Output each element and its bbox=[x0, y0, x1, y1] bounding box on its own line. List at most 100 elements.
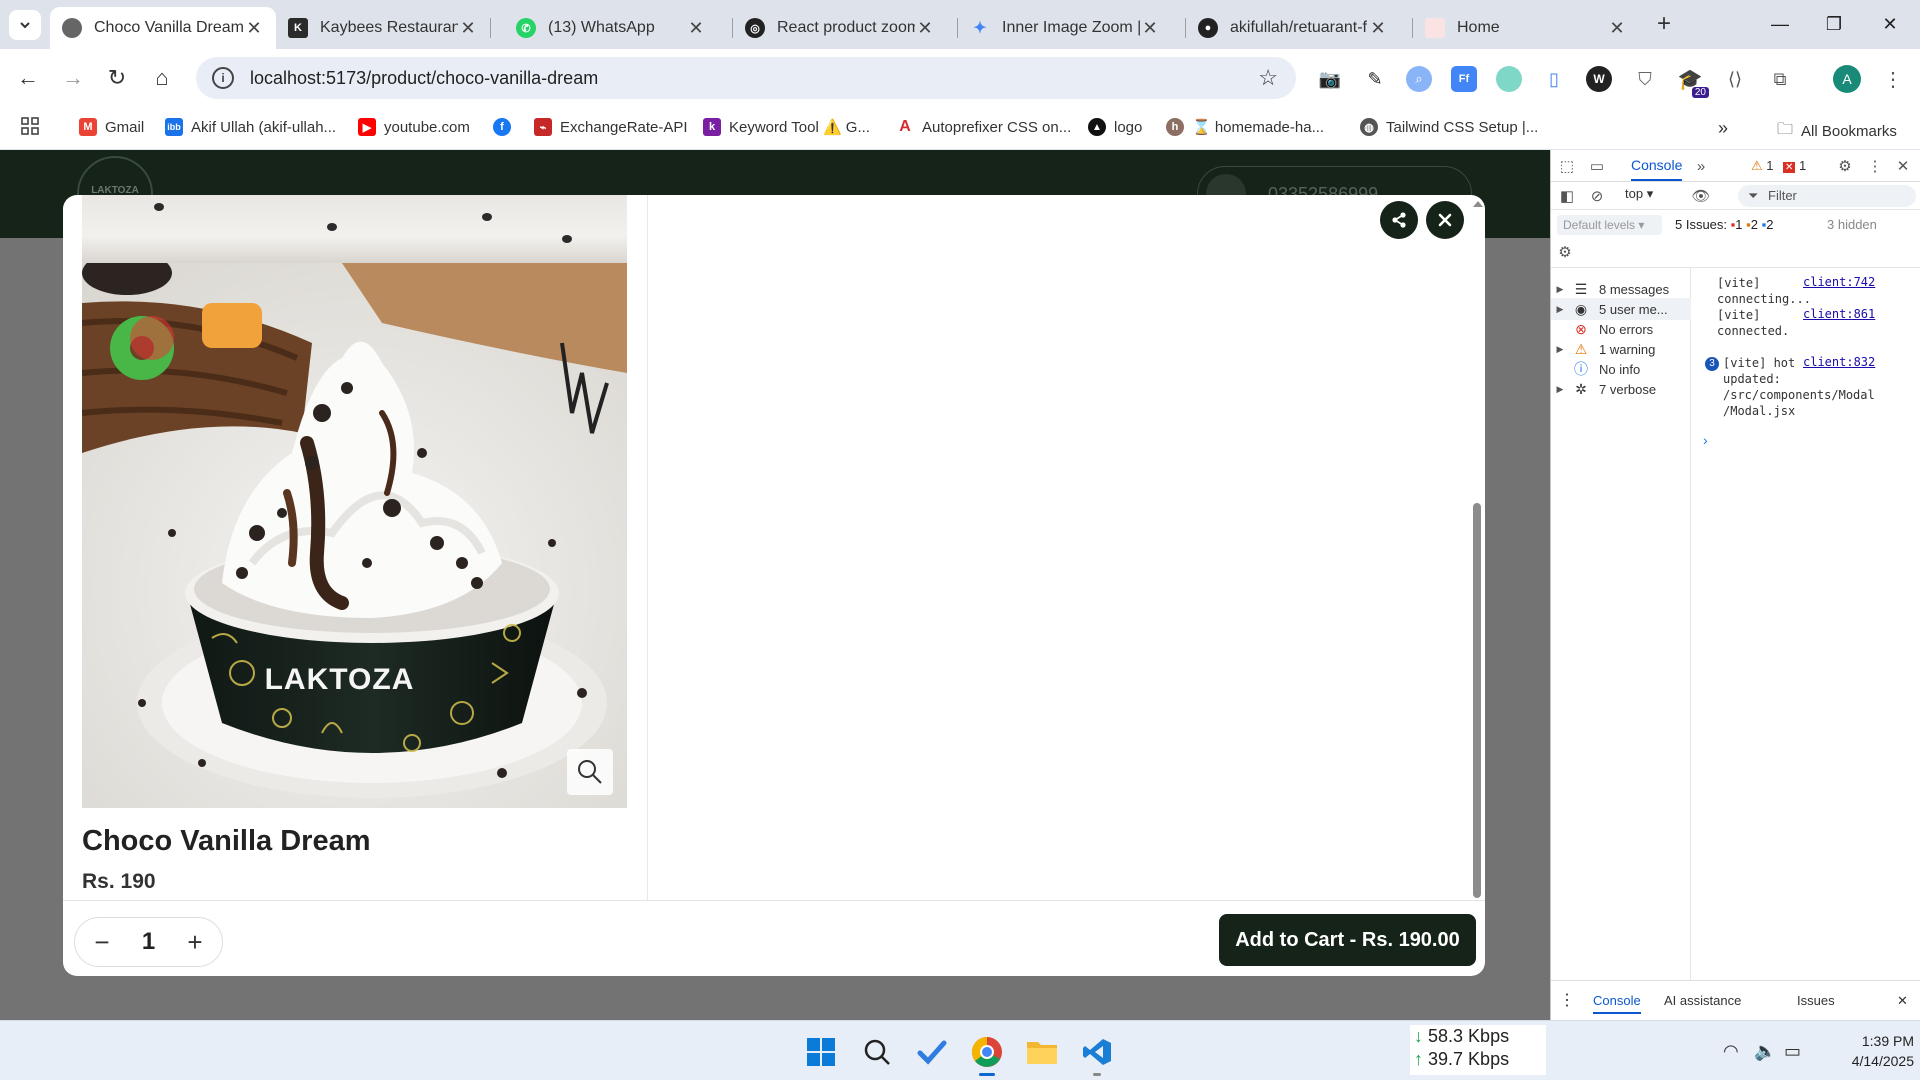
inspect-element-icon[interactable]: ⬚ bbox=[1557, 156, 1577, 176]
issues-summary[interactable]: 5 Issues: ▪1 ▪2 ▪2 bbox=[1675, 217, 1773, 232]
tab-whatsapp[interactable]: ✆ (13) WhatsApp ✕ bbox=[504, 7, 718, 49]
share-button[interactable] bbox=[1380, 201, 1418, 239]
all-bookmarks-button[interactable]: 🗀 All Bookmarks bbox=[1777, 118, 1897, 145]
bookmark-exchangerate[interactable]: ⌁ ExchangeRate-API bbox=[534, 118, 688, 136]
chrome-taskbar-button[interactable] bbox=[970, 1035, 1004, 1076]
close-tab-icon[interactable]: ✕ bbox=[458, 18, 478, 39]
close-modal-button[interactable] bbox=[1426, 201, 1464, 239]
maximize-button[interactable]: ❐ bbox=[1806, 0, 1862, 49]
bookmark-facebook[interactable]: f bbox=[493, 118, 519, 136]
settings-gear-icon[interactable]: ⚙ bbox=[1835, 156, 1855, 176]
devtools-extension-icon[interactable]: ⟨⟩ bbox=[1722, 66, 1748, 92]
console-prompt-icon[interactable]: › bbox=[1703, 432, 1708, 448]
source-link[interactable]: client:742 bbox=[1803, 275, 1875, 289]
tab-home[interactable]: Home ✕ bbox=[1413, 7, 1639, 49]
site-info-icon[interactable]: i bbox=[212, 67, 234, 89]
volume-icon[interactable]: 🔈 bbox=[1754, 1041, 1776, 1062]
more-tabs-icon[interactable]: » bbox=[1691, 156, 1711, 176]
close-tab-icon[interactable]: ✕ bbox=[686, 18, 706, 39]
browser-menu-icon[interactable]: ⋮ bbox=[1880, 66, 1906, 92]
device-toolbar-icon[interactable]: ▭ bbox=[1587, 156, 1607, 176]
url-text[interactable]: localhost:5173/product/choco-vanilla-dre… bbox=[250, 68, 1258, 89]
source-link[interactable]: client:832 bbox=[1803, 355, 1875, 369]
tab-inner-image-zoom[interactable]: ✦ Inner Image Zoom | I ✕ bbox=[958, 7, 1172, 49]
bookmark-homemade[interactable]: h ⌛ homemade-ha... bbox=[1166, 118, 1324, 136]
wifi-icon[interactable]: ◠ bbox=[1723, 1041, 1739, 1062]
sidebar-item-user-messages[interactable]: ▶ ◉ 5 user me... bbox=[1551, 298, 1691, 320]
devtools-menu-icon[interactable]: ⋮ bbox=[1865, 156, 1885, 176]
tab-react-product-zoom[interactable]: ◎ React product zoom ✕ bbox=[733, 7, 947, 49]
tab-github[interactable]: ● akifullah/retuarant-fr ✕ bbox=[1186, 7, 1400, 49]
more-bookmarks-icon[interactable]: » bbox=[1718, 118, 1728, 139]
add-to-cart-button[interactable]: Add to Cart - Rs. 190.00 bbox=[1219, 914, 1476, 966]
profile-avatar[interactable]: A bbox=[1833, 65, 1861, 93]
console-filter-input[interactable]: ⏷ Filter bbox=[1738, 185, 1916, 207]
tab-search-button[interactable] bbox=[9, 10, 41, 40]
todo-app-button[interactable] bbox=[915, 1035, 949, 1069]
sidebar-item-warnings[interactable]: ▶ ⚠ 1 warning bbox=[1551, 338, 1691, 360]
file-explorer-button[interactable] bbox=[1025, 1035, 1059, 1069]
camera-icon[interactable]: 📷 bbox=[1317, 66, 1343, 92]
sidebar-item-verbose[interactable]: ▶ ✲ 7 verbose bbox=[1551, 378, 1691, 400]
quantity-value[interactable]: 1 bbox=[142, 928, 155, 956]
warning-badge[interactable]: ⚠ 1 bbox=[1751, 158, 1774, 174]
tab-console[interactable]: Console bbox=[1631, 157, 1683, 181]
eye-icon[interactable]: 👁 bbox=[1691, 186, 1711, 206]
tab-choco-vanilla-dream[interactable]: Choco Vanilla Dream ✕ bbox=[50, 7, 276, 49]
docs-extension-icon[interactable]: ▯ bbox=[1541, 66, 1567, 92]
bookmark-gmail[interactable]: M Gmail bbox=[79, 118, 144, 136]
search-button[interactable] bbox=[860, 1035, 894, 1069]
new-tab-button[interactable]: + bbox=[1650, 10, 1678, 38]
bookmark-star-icon[interactable]: ☆ bbox=[1258, 65, 1278, 91]
eyedropper-icon[interactable]: ✎ bbox=[1362, 66, 1388, 92]
bookmark-keyword-tool[interactable]: k Keyword Tool ⚠️ G... bbox=[703, 118, 870, 136]
close-tab-icon[interactable]: ✕ bbox=[1607, 18, 1627, 39]
default-levels-select[interactable]: Default levels ▾ bbox=[1557, 215, 1662, 235]
modal-scrollbar[interactable] bbox=[1470, 195, 1485, 900]
wappalyzer-icon[interactable]: W bbox=[1586, 66, 1612, 92]
increase-quantity-button[interactable]: + bbox=[182, 929, 208, 955]
zoom-button[interactable] bbox=[567, 749, 613, 795]
close-tab-icon[interactable]: ✕ bbox=[915, 18, 935, 39]
color-extension-icon[interactable] bbox=[1496, 66, 1522, 92]
sidebar-toggle-icon[interactable]: ◧ bbox=[1557, 186, 1577, 206]
bookmark-akif-ullah[interactable]: ibb Akif Ullah (akif-ullah... bbox=[165, 118, 336, 136]
apps-grid-icon[interactable] bbox=[20, 116, 40, 136]
close-tab-icon[interactable]: ✕ bbox=[1140, 18, 1160, 39]
close-devtools-icon[interactable]: ✕ bbox=[1893, 156, 1913, 176]
drawer-tab-console[interactable]: Console bbox=[1593, 993, 1641, 1014]
sidebar-item-messages[interactable]: ▶ ☰ 8 messages bbox=[1551, 278, 1691, 300]
start-button[interactable] bbox=[804, 1035, 838, 1069]
bookmark-youtube[interactable]: ▶ youtube.com bbox=[358, 118, 470, 136]
sidebar-item-errors[interactable]: ⊗ No errors bbox=[1551, 318, 1691, 340]
tab-kaybees[interactable]: K Kaybees Restaurant | ✕ bbox=[276, 7, 490, 49]
console-settings-gear-icon[interactable]: ⚙ bbox=[1555, 242, 1575, 262]
network-speed-widget[interactable]: ↓ 58.3 Kbps ↑ 39.7 Kbps bbox=[1410, 1025, 1546, 1075]
extensions-puzzle-icon[interactable]: ⧉ bbox=[1767, 66, 1793, 92]
close-tab-icon[interactable]: ✕ bbox=[1368, 18, 1388, 39]
vscode-button[interactable] bbox=[1080, 1035, 1114, 1076]
system-clock[interactable]: 1:39 PM 4/14/2025 bbox=[1820, 1031, 1914, 1071]
battery-icon[interactable]: ▭ bbox=[1784, 1041, 1801, 1062]
search-extension-icon[interactable]: ⌕ bbox=[1406, 66, 1432, 92]
sidebar-item-info[interactable]: ⓘ No info bbox=[1551, 358, 1691, 380]
clear-console-icon[interactable]: ⊘ bbox=[1587, 186, 1607, 206]
drawer-tab-ai-assistance[interactable]: AI assistance bbox=[1664, 993, 1741, 1008]
product-image[interactable]: LAKTOZA bbox=[82, 263, 627, 808]
source-link[interactable]: client:861 bbox=[1803, 307, 1875, 321]
scrollbar-thumb[interactable] bbox=[1473, 503, 1481, 898]
error-badge[interactable]: ✕ 1 bbox=[1783, 158, 1806, 173]
minimize-button[interactable]: — bbox=[1752, 0, 1808, 49]
context-select[interactable]: top ▾ bbox=[1625, 186, 1653, 202]
forward-button[interactable]: → bbox=[57, 63, 89, 93]
close-window-button[interactable]: ✕ bbox=[1862, 0, 1918, 49]
drawer-menu-icon[interactable]: ⋮ bbox=[1559, 990, 1575, 1010]
back-button[interactable]: ← bbox=[12, 63, 44, 93]
shield-extension-icon[interactable]: ⛉ bbox=[1632, 66, 1658, 92]
bookmark-logo[interactable]: ▲ logo bbox=[1088, 118, 1142, 136]
bookmark-tailwind[interactable]: ◍ Tailwind CSS Setup |... bbox=[1360, 118, 1538, 136]
drawer-tab-issues[interactable]: Issues bbox=[1797, 993, 1835, 1008]
graduation-extension-icon[interactable]: 🎓 20 bbox=[1677, 66, 1709, 98]
close-tab-icon[interactable]: ✕ bbox=[244, 18, 264, 39]
reload-button[interactable]: ↻ bbox=[101, 63, 133, 93]
